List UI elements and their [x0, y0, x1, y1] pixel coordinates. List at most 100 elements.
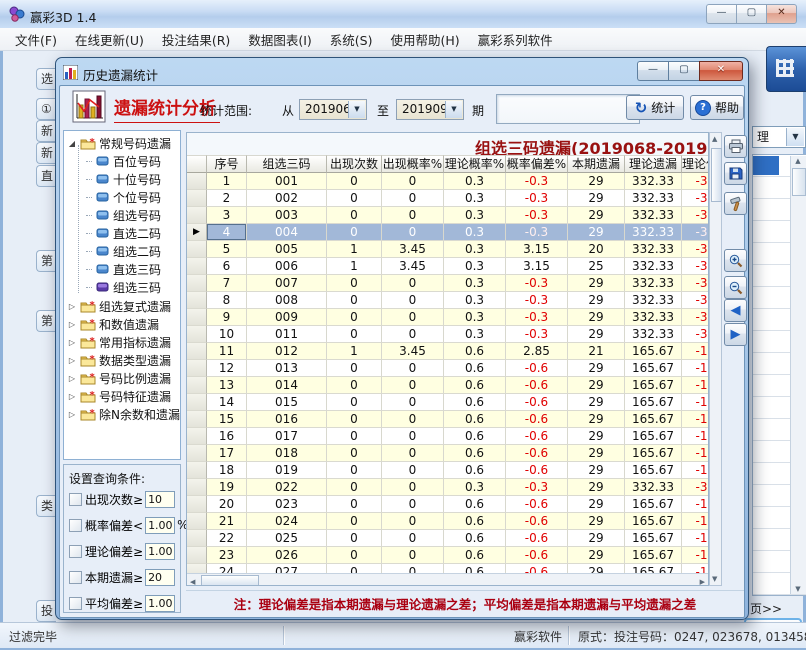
table-cell[interactable]: -0.3 — [506, 309, 568, 326]
table-cell[interactable]: 0.6 — [444, 462, 506, 479]
previous-button[interactable]: ◀ — [724, 299, 747, 322]
row-header-cell[interactable] — [187, 360, 207, 377]
tree-node-folder[interactable]: ▷*号码比例遗漏 — [67, 369, 171, 387]
table-cell[interactable]: 001 — [247, 173, 327, 190]
column-header[interactable]: 序号 — [207, 155, 247, 173]
table-cell[interactable]: 015 — [247, 394, 327, 411]
table-cell[interactable]: 0.6 — [444, 496, 506, 513]
row-header-cell[interactable] — [187, 207, 207, 224]
table-row[interactable]: 18019000.6-0.629165.67-1 — [187, 462, 708, 479]
row-header-cell[interactable] — [187, 513, 207, 530]
query-checkbox[interactable] — [69, 519, 82, 532]
table-cell[interactable]: 0.3 — [444, 275, 506, 292]
table-cell[interactable]: 0 — [382, 445, 444, 462]
table-cell[interactable]: 165.67 — [625, 530, 682, 547]
table-cell[interactable]: 17 — [207, 445, 247, 462]
table-cell[interactable]: 0.6 — [444, 360, 506, 377]
table-cell[interactable]: -0.6 — [506, 377, 568, 394]
table-cell[interactable]: 0 — [382, 479, 444, 496]
table-cell[interactable]: 1 — [327, 343, 382, 360]
table-cell[interactable]: -3 — [682, 224, 708, 241]
tree-node-folder[interactable]: ▷*数据类型遗漏 — [67, 351, 171, 369]
table-cell[interactable]: 0.6 — [444, 564, 506, 573]
table-cell[interactable]: -1 — [682, 360, 708, 377]
background-toolbar-button[interactable] — [766, 46, 806, 92]
background-tab-fragment[interactable]: 第 — [36, 250, 56, 272]
column-header[interactable]: 理论偏差 — [682, 155, 709, 173]
table-cell[interactable]: 332.33 — [625, 309, 682, 326]
table-cell[interactable]: 0.3 — [444, 207, 506, 224]
table-cell[interactable]: 0 — [382, 411, 444, 428]
table-cell[interactable]: -1 — [682, 564, 708, 573]
zoom-in-button[interactable] — [724, 249, 747, 272]
table-cell[interactable]: 3.45 — [382, 258, 444, 275]
table-cell[interactable]: 7 — [207, 275, 247, 292]
table-cell[interactable]: 0 — [327, 496, 382, 513]
table-cell[interactable]: 332.33 — [625, 479, 682, 496]
row-header-cell[interactable] — [187, 326, 207, 343]
table-cell[interactable]: 0 — [382, 173, 444, 190]
table-cell[interactable]: 1 — [327, 241, 382, 258]
table-cell[interactable]: 0.3 — [444, 224, 506, 241]
tree-node-leaf[interactable]: 直选二码 — [86, 224, 161, 242]
table-row[interactable]: 19022000.3-0.329332.33-3 — [187, 479, 708, 496]
row-header-cell[interactable] — [187, 428, 207, 445]
row-header-cell[interactable] — [187, 530, 207, 547]
table-cell[interactable]: -0.6 — [506, 564, 568, 573]
table-cell[interactable]: 29 — [568, 360, 625, 377]
table-row[interactable]: 21024000.6-0.629165.67-1 — [187, 513, 708, 530]
background-tab-fragment[interactable]: 新 — [36, 120, 56, 142]
vscrollbar-thumb[interactable] — [711, 148, 722, 202]
menu-item[interactable]: 使用帮助(H) — [381, 28, 468, 51]
table-cell[interactable]: 003 — [247, 207, 327, 224]
query-input[interactable] — [145, 595, 175, 612]
table-cell[interactable]: 332.33 — [625, 275, 682, 292]
table-cell[interactable]: 29 — [568, 292, 625, 309]
table-row[interactable]: 3003000.3-0.329332.33-3 — [187, 207, 708, 224]
to-period-combo[interactable]: 2019097 ▼ — [396, 99, 464, 120]
table-cell[interactable]: 0.3 — [444, 241, 506, 258]
row-header-cell[interactable] — [187, 309, 207, 326]
table-cell[interactable]: 1 — [327, 258, 382, 275]
print-button[interactable] — [724, 135, 747, 158]
row-header-cell[interactable] — [187, 258, 207, 275]
table-cell[interactable]: 3 — [207, 207, 247, 224]
table-row[interactable]: 7007000.3-0.329332.33-3 — [187, 275, 708, 292]
table-cell[interactable]: 0.6 — [444, 394, 506, 411]
table-cell[interactable]: 16 — [207, 428, 247, 445]
table-cell[interactable]: 165.67 — [625, 411, 682, 428]
table-cell[interactable]: 0 — [327, 513, 382, 530]
table-cell[interactable]: 0 — [382, 462, 444, 479]
table-cell[interactable]: -0.3 — [506, 292, 568, 309]
table-cell[interactable]: 0 — [327, 309, 382, 326]
table-cell[interactable]: 29 — [568, 530, 625, 547]
table-cell[interactable]: 29 — [568, 377, 625, 394]
table-cell[interactable]: 3.15 — [506, 258, 568, 275]
tree-node-selected[interactable]: 组选三码 — [86, 278, 161, 296]
table-cell[interactable]: -0.6 — [506, 445, 568, 462]
tree-node-folder[interactable]: ▷*常用指标遗漏 — [67, 333, 171, 351]
table-cell[interactable]: 29 — [568, 445, 625, 462]
table-row[interactable]: 13014000.6-0.629165.67-1 — [187, 377, 708, 394]
table-cell[interactable]: 0.6 — [444, 513, 506, 530]
table-cell[interactable]: 29 — [568, 428, 625, 445]
row-header-cell[interactable] — [187, 241, 207, 258]
table-cell[interactable]: -0.3 — [506, 207, 568, 224]
table-cell[interactable]: 007 — [247, 275, 327, 292]
table-cell[interactable]: 0 — [327, 326, 382, 343]
table-row[interactable]: 12013000.6-0.629165.67-1 — [187, 360, 708, 377]
table-cell[interactable]: 29 — [568, 462, 625, 479]
tree-node-leaf[interactable]: 组选二码 — [86, 242, 161, 260]
collapsed-icon[interactable]: ▷ — [67, 320, 77, 329]
table-cell[interactable]: -0.3 — [506, 224, 568, 241]
table-cell[interactable]: 0.3 — [444, 326, 506, 343]
row-header-cell[interactable] — [187, 496, 207, 513]
tree-node-leaf[interactable]: 直选三码 — [86, 260, 161, 278]
tree-node-leaf[interactable]: 组选号码 — [86, 206, 161, 224]
scroll-down-icon[interactable]: ▼ — [712, 575, 717, 583]
table-cell[interactable]: 011 — [247, 326, 327, 343]
menu-item[interactable]: 系统(S) — [321, 28, 382, 51]
menu-item[interactable]: 赢彩系列软件 — [469, 28, 562, 51]
table-cell[interactable]: 0 — [382, 275, 444, 292]
query-input[interactable] — [145, 491, 175, 508]
